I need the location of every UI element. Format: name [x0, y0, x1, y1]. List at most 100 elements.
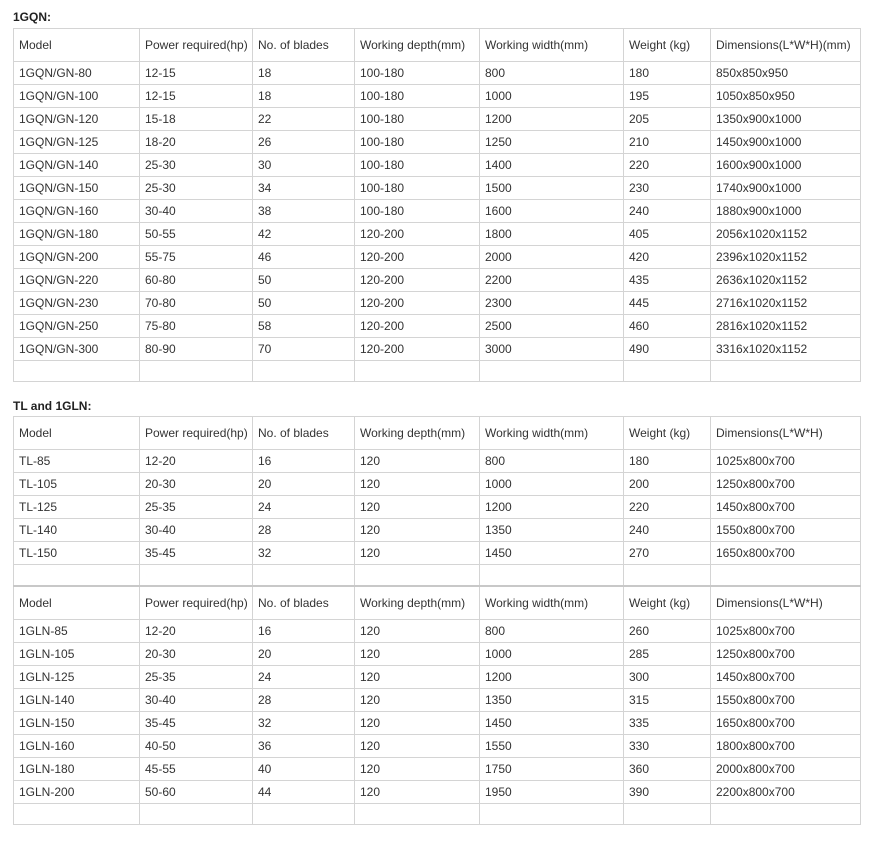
table-row: TL-85 12-20 16 120 800 180 1025x800x700 [13, 449, 861, 473]
cell-power: 25-30 [139, 153, 253, 177]
cell-power: 70-80 [139, 291, 253, 315]
cell-blades: 46 [252, 245, 355, 269]
cell-dimensions: 1650x800x700 [710, 541, 861, 565]
cell-model: 1GQN/GN-300 [13, 337, 140, 361]
cell-dimensions: 2636x1020x1152 [710, 268, 861, 292]
cell-depth: 120 [354, 495, 480, 519]
cell-model: 1GQN/GN-120 [13, 107, 140, 131]
cell-power: 20-30 [139, 472, 253, 496]
header-depth: Working depth(mm) [354, 416, 480, 450]
table-row: 1GQN/GN-125 18-20 26 100-180 1250 210 1450x900… [13, 130, 861, 154]
cell-model: 1GLN-125 [13, 665, 140, 689]
cell-weight: 180 [623, 449, 711, 473]
cell-power: 75-80 [139, 314, 253, 338]
cell-width: 800 [479, 61, 624, 85]
cell-depth: 120 [354, 642, 480, 666]
cell-width: 1000 [479, 84, 624, 108]
cell-blades: 18 [252, 84, 355, 108]
cell-width: 1950 [479, 780, 624, 804]
cell-blades: 16 [252, 619, 355, 643]
cell-model: TL-125 [13, 495, 140, 519]
cell-depth: 120 [354, 619, 480, 643]
header-width: Working width(mm) [479, 28, 624, 62]
cell-model: 1GQN/GN-160 [13, 199, 140, 223]
header-power: Power required(hp) [139, 416, 253, 450]
header-weight: Weight (kg) [623, 585, 711, 620]
header-blades: No. of blades [252, 28, 355, 62]
cell-power: 12-15 [139, 84, 253, 108]
table-row: 1GLN-180 45-55 40 120 1750 360 2000x800x700 [13, 757, 861, 781]
table-row: 1GQN/GN-200 55-75 46 120-200 2000 420 2396x102… [13, 245, 861, 269]
cell-weight: 405 [623, 222, 711, 246]
cell-weight: 360 [623, 757, 711, 781]
cell-model: 1GQN/GN-220 [13, 268, 140, 292]
cell-depth: 120-200 [354, 314, 480, 338]
cell-depth: 120-200 [354, 268, 480, 292]
spec-table-1gqn: Model Power required(hp) No. of blades Work… [13, 28, 861, 382]
cell-width: 1600 [479, 199, 624, 223]
cell-dimensions: 2056x1020x1152 [710, 222, 861, 246]
cell-blades: 24 [252, 665, 355, 689]
empty-cell [13, 360, 140, 382]
cell-blades: 26 [252, 130, 355, 154]
cell-depth: 120 [354, 449, 480, 473]
cell-weight: 285 [623, 642, 711, 666]
table-row: 1GLN-150 35-45 32 120 1450 335 1650x800x700 [13, 711, 861, 735]
table-row: 1GQN/GN-100 12-15 18 100-180 1000 195 1050x850… [13, 84, 861, 108]
table-row: 1GQN/GN-250 75-80 58 120-200 2500 460 2816x102… [13, 314, 861, 338]
cell-depth: 120-200 [354, 245, 480, 269]
header-width: Working width(mm) [479, 585, 624, 620]
cell-model: TL-150 [13, 541, 140, 565]
cell-blades: 16 [252, 449, 355, 473]
cell-depth: 100-180 [354, 61, 480, 85]
cell-weight: 180 [623, 61, 711, 85]
cell-power: 55-75 [139, 245, 253, 269]
header-model: Model [13, 28, 140, 62]
cell-dimensions: 1600x900x1000 [710, 153, 861, 177]
cell-width: 1800 [479, 222, 624, 246]
table-row: 1GQN/GN-120 15-18 22 100-180 1200 205 1350x900… [13, 107, 861, 131]
cell-power: 25-30 [139, 176, 253, 200]
cell-width: 1550 [479, 734, 624, 758]
cell-blades: 22 [252, 107, 355, 131]
cell-depth: 100-180 [354, 107, 480, 131]
cell-blades: 50 [252, 268, 355, 292]
cell-width: 1200 [479, 665, 624, 689]
cell-weight: 330 [623, 734, 711, 758]
header-dimensions: Dimensions(L*W*H) [710, 416, 861, 450]
cell-dimensions: 1650x800x700 [710, 711, 861, 735]
table-row: 1GQN/GN-180 50-55 42 120-200 1800 405 2056x102… [13, 222, 861, 246]
cell-depth: 120-200 [354, 222, 480, 246]
empty-row [13, 803, 861, 825]
cell-weight: 420 [623, 245, 711, 269]
cell-model: 1GQN/GN-150 [13, 176, 140, 200]
cell-width: 2200 [479, 268, 624, 292]
cell-width: 1450 [479, 711, 624, 735]
cell-depth: 120 [354, 688, 480, 712]
empty-cell [13, 803, 140, 825]
cell-blades: 38 [252, 199, 355, 223]
cell-model: TL-85 [13, 449, 140, 473]
header-power: Power required(hp) [139, 585, 253, 620]
table-row: 1GQN/GN-150 25-30 34 100-180 1500 230 1740x900… [13, 176, 861, 200]
empty-cell [354, 564, 480, 587]
cell-depth: 100-180 [354, 84, 480, 108]
cell-blades: 44 [252, 780, 355, 804]
header-weight: Weight (kg) [623, 28, 711, 62]
cell-model: 1GLN-105 [13, 642, 140, 666]
cell-dimensions: 1740x900x1000 [710, 176, 861, 200]
cell-weight: 490 [623, 337, 711, 361]
cell-depth: 120 [354, 665, 480, 689]
cell-dimensions: 3316x1020x1152 [710, 337, 861, 361]
cell-width: 1350 [479, 518, 624, 542]
cell-power: 12-15 [139, 61, 253, 85]
cell-dimensions: 1550x800x700 [710, 688, 861, 712]
cell-width: 2500 [479, 314, 624, 338]
cell-power: 50-55 [139, 222, 253, 246]
cell-power: 40-50 [139, 734, 253, 758]
cell-dimensions: 2816x1020x1152 [710, 314, 861, 338]
cell-width: 3000 [479, 337, 624, 361]
cell-width: 2300 [479, 291, 624, 315]
table-row: 1GLN-160 40-50 36 120 1550 330 1800x800x700 [13, 734, 861, 758]
cell-model: 1GQN/GN-140 [13, 153, 140, 177]
